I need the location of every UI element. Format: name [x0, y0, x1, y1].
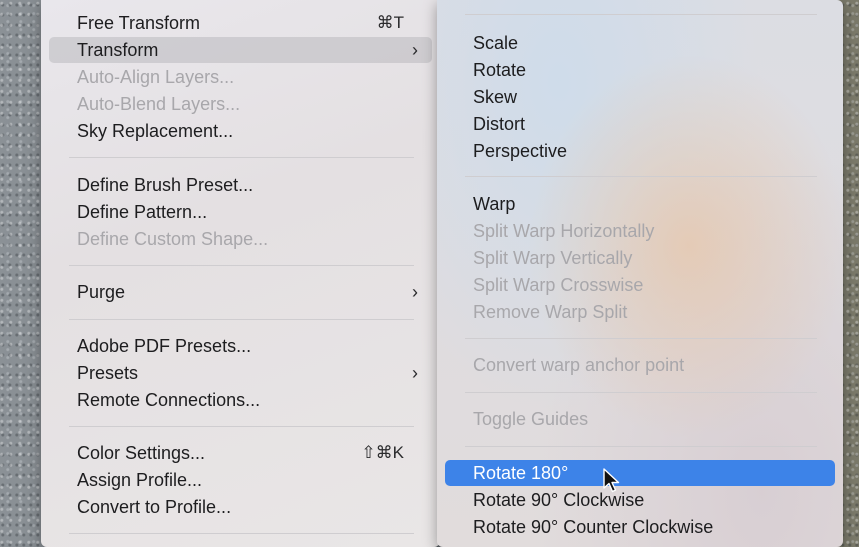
- menu-item-label: Assign Profile...: [77, 470, 203, 490]
- submenu-item-split-warp-vertically: Split Warp Vertically: [445, 245, 835, 271]
- menu-item-label: Presets: [77, 363, 139, 383]
- chevron-right-icon: ›: [412, 282, 418, 302]
- menu-separator: [69, 265, 414, 266]
- submenu-item-skew[interactable]: Skew: [445, 84, 835, 110]
- menu-item-label: Convert warp anchor point: [473, 355, 685, 375]
- menu-item-color-settings[interactable]: Color Settings... ⇧⌘K: [49, 440, 432, 466]
- menu-item-sky-replacement[interactable]: Sky Replacement...: [49, 118, 432, 144]
- chevron-right-icon: ›: [412, 363, 418, 383]
- menu-separator: [69, 157, 414, 158]
- menu-item-purge[interactable]: Purge ›: [49, 279, 432, 305]
- menu-item-free-transform[interactable]: Free Transform ⌘T: [49, 10, 432, 36]
- menu-item-label: Free Transform: [77, 13, 201, 33]
- menu-item-label: Remote Connections...: [77, 390, 261, 410]
- edit-menu: Free Transform ⌘T Transform › Auto-Align…: [41, 0, 440, 547]
- submenu-item-toggle-guides: Toggle Guides: [445, 406, 835, 432]
- menu-item-label: Transform: [77, 40, 159, 60]
- menu-item-label: Adobe PDF Presets...: [77, 336, 252, 356]
- chevron-right-icon: ›: [412, 40, 418, 60]
- menu-item-auto-blend-layers: Auto-Blend Layers...: [49, 91, 432, 117]
- submenu-item-split-warp-horizontally: Split Warp Horizontally: [445, 218, 835, 244]
- menu-item-label: Convert to Profile...: [77, 497, 232, 517]
- submenu-item-rotate-90-counter-clockwise[interactable]: Rotate 90° Counter Clockwise: [445, 514, 835, 540]
- menu-item-label: Distort: [473, 114, 526, 134]
- submenu-item-distort[interactable]: Distort: [445, 111, 835, 137]
- menu-item-label: Define Pattern...: [77, 202, 208, 222]
- menu-item-label: Remove Warp Split: [473, 302, 628, 322]
- menu-item-convert-to-profile[interactable]: Convert to Profile...: [49, 494, 432, 520]
- submenu-item-scale[interactable]: Scale: [445, 30, 835, 56]
- menu-item-define-pattern[interactable]: Define Pattern...: [49, 199, 432, 225]
- menu-separator: [465, 392, 817, 393]
- menu-item-label: Scale: [473, 33, 519, 53]
- menu-separator: [69, 533, 414, 534]
- shortcut-label: ⌘T: [376, 13, 404, 32]
- menu-item-label: Perspective: [473, 141, 568, 161]
- menu-item-label: Rotate 90° Counter Clockwise: [473, 517, 714, 537]
- menu-separator: [465, 176, 817, 177]
- submenu-item-remove-warp-split: Remove Warp Split: [445, 299, 835, 325]
- transform-submenu: Scale Rotate Skew Distort Perspective Wa…: [437, 0, 843, 547]
- menu-item-label: Define Custom Shape...: [77, 229, 269, 249]
- menu-item-adobe-pdf-presets[interactable]: Adobe PDF Presets...: [49, 333, 432, 359]
- menu-separator: [465, 14, 817, 15]
- menu-item-define-brush-preset[interactable]: Define Brush Preset...: [49, 172, 432, 198]
- submenu-item-warp[interactable]: Warp: [445, 191, 835, 217]
- shortcut-label: ⇧⌘K: [361, 443, 404, 462]
- menu-item-label: Warp: [473, 194, 516, 214]
- menu-item-transform[interactable]: Transform ›: [49, 37, 432, 63]
- menu-item-label: Define Brush Preset...: [77, 175, 254, 195]
- menu-item-auto-align-layers: Auto-Align Layers...: [49, 64, 432, 90]
- menu-separator: [69, 319, 414, 320]
- menu-separator: [465, 446, 817, 447]
- menu-item-label: Rotate: [473, 60, 527, 80]
- submenu-item-convert-warp-anchor-point: Convert warp anchor point: [445, 352, 835, 378]
- menu-item-label: Split Warp Crosswise: [473, 275, 644, 295]
- menu-item-remote-connections[interactable]: Remote Connections...: [49, 387, 432, 413]
- menu-separator: [465, 338, 817, 339]
- menu-item-label: Auto-Align Layers...: [77, 67, 235, 87]
- menu-item-label: Purge: [77, 282, 126, 302]
- menu-item-label: Split Warp Vertically: [473, 248, 633, 268]
- menu-item-label: Rotate 180°: [473, 463, 569, 483]
- menu-item-label: Skew: [473, 87, 518, 107]
- menu-item-label: Color Settings...: [77, 443, 206, 463]
- mouse-pointer-icon: [603, 468, 620, 493]
- submenu-item-perspective[interactable]: Perspective: [445, 138, 835, 164]
- submenu-item-split-warp-crosswise: Split Warp Crosswise: [445, 272, 835, 298]
- menu-item-define-custom-shape: Define Custom Shape...: [49, 226, 432, 252]
- menu-item-label: Split Warp Horizontally: [473, 221, 655, 241]
- menu-separator: [69, 426, 414, 427]
- menu-item-assign-profile[interactable]: Assign Profile...: [49, 467, 432, 493]
- menu-item-label: Toggle Guides: [473, 409, 589, 429]
- menu-item-label: Sky Replacement...: [77, 121, 234, 141]
- menu-item-label: Auto-Blend Layers...: [77, 94, 241, 114]
- submenu-item-rotate[interactable]: Rotate: [445, 57, 835, 83]
- submenu-item-rotate-90-clockwise[interactable]: Rotate 90° Clockwise: [445, 487, 835, 513]
- submenu-item-rotate-180[interactable]: Rotate 180°: [445, 460, 835, 486]
- menu-item-presets[interactable]: Presets ›: [49, 360, 432, 386]
